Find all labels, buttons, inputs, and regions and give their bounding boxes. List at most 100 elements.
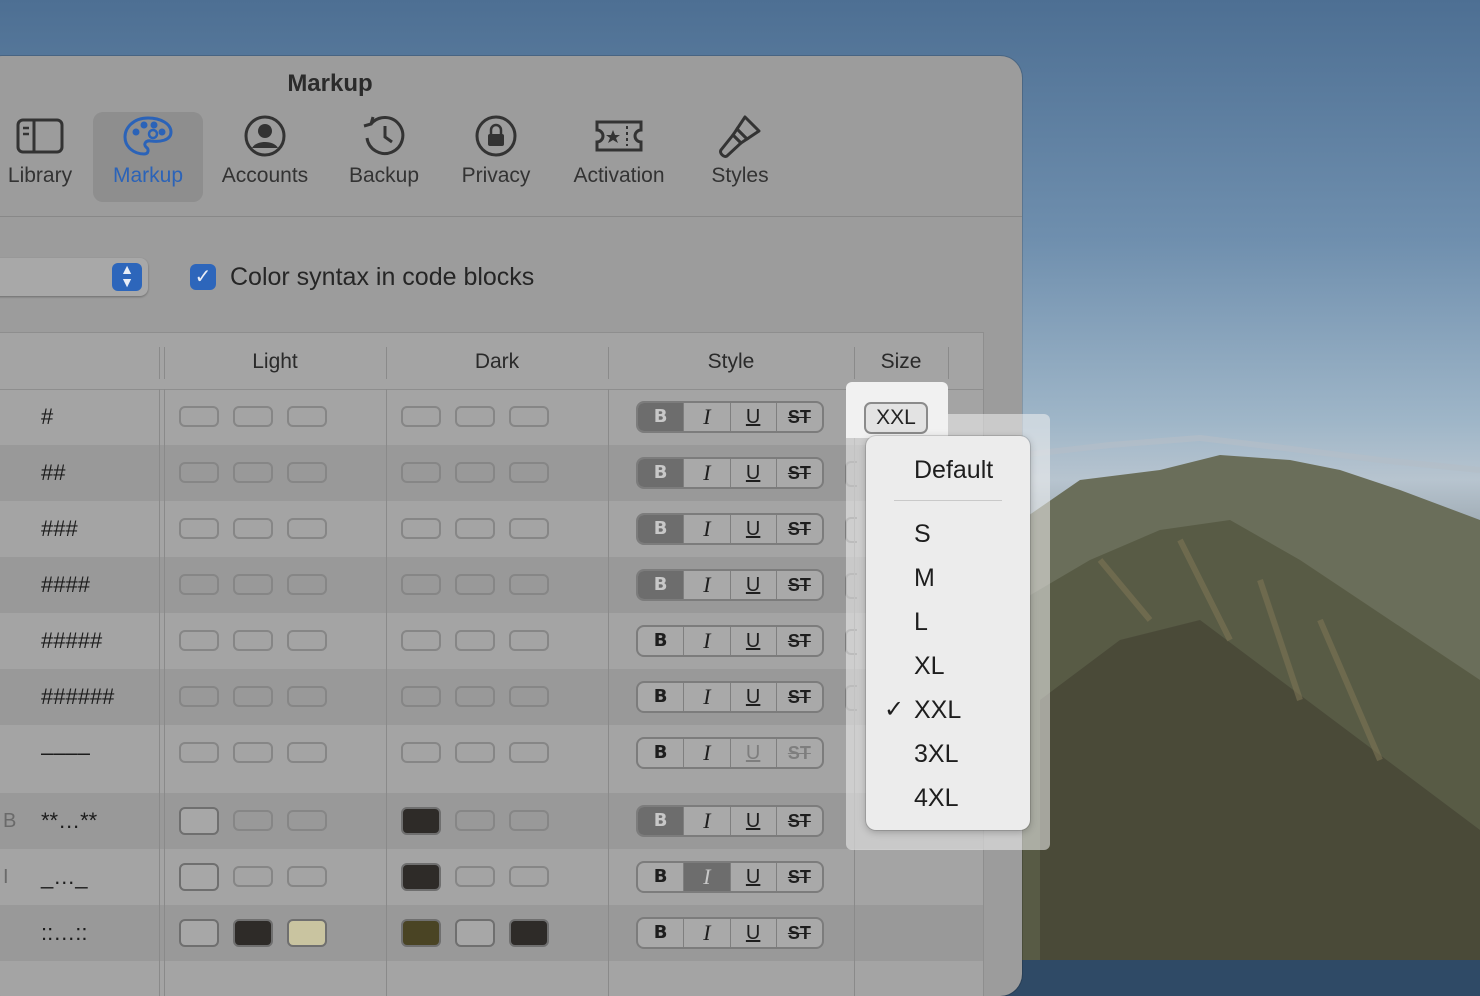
light-color-well[interactable] bbox=[179, 630, 219, 651]
dark-color-well[interactable] bbox=[455, 518, 495, 539]
color-syntax-option[interactable]: ✓ Color syntax in code blocks bbox=[190, 258, 534, 296]
bold-toggle[interactable]: B bbox=[638, 739, 685, 767]
light-color-well[interactable] bbox=[233, 686, 273, 707]
light-color-well[interactable] bbox=[287, 742, 327, 763]
table-row[interactable]: ## B I U ST bbox=[0, 445, 983, 501]
table-row[interactable]: ::…:: B I U ST bbox=[0, 905, 983, 961]
table-row[interactable]: I _…_ B I U ST bbox=[0, 849, 983, 905]
underline-toggle[interactable]: U bbox=[731, 403, 777, 431]
italic-toggle[interactable]: I bbox=[684, 403, 731, 431]
bold-toggle[interactable]: B bbox=[638, 683, 685, 711]
strikethrough-toggle[interactable]: ST bbox=[777, 403, 822, 431]
light-color-well[interactable] bbox=[233, 574, 273, 595]
bold-toggle[interactable]: B bbox=[638, 571, 685, 599]
underline-toggle[interactable]: U bbox=[731, 571, 777, 599]
light-color-well[interactable] bbox=[287, 518, 327, 539]
dark-color-well[interactable] bbox=[455, 686, 495, 707]
underline-toggle[interactable]: U bbox=[731, 459, 777, 487]
light-color-well[interactable] bbox=[233, 630, 273, 651]
dark-color-well[interactable] bbox=[509, 462, 549, 483]
table-row[interactable]: ###### B I U ST bbox=[0, 669, 983, 725]
tab-accounts[interactable]: Accounts bbox=[210, 112, 320, 202]
menu-item-size-m[interactable]: M bbox=[914, 556, 935, 600]
light-color-well[interactable] bbox=[287, 919, 327, 947]
dark-color-well[interactable] bbox=[401, 807, 441, 835]
menu-item-size-xl[interactable]: XL bbox=[914, 644, 945, 688]
light-color-well[interactable] bbox=[179, 406, 219, 427]
strikethrough-toggle[interactable]: ST bbox=[777, 459, 822, 487]
underline-toggle[interactable]: U bbox=[731, 807, 777, 835]
bold-toggle[interactable]: B bbox=[638, 863, 685, 891]
bold-toggle[interactable]: B bbox=[638, 627, 685, 655]
strikethrough-toggle[interactable]: ST bbox=[777, 863, 822, 891]
size-popup-button[interactable]: XXL bbox=[864, 402, 928, 434]
menu-item-size-xxl[interactable]: XXL bbox=[914, 688, 961, 732]
menu-item-size-s[interactable]: S bbox=[914, 512, 931, 556]
light-color-well[interactable] bbox=[233, 462, 273, 483]
light-color-well[interactable] bbox=[287, 462, 327, 483]
dark-color-well[interactable] bbox=[455, 406, 495, 427]
color-syntax-checkbox[interactable]: ✓ bbox=[190, 264, 216, 290]
underline-toggle[interactable]: U bbox=[731, 515, 777, 543]
light-color-well[interactable] bbox=[179, 863, 219, 891]
light-color-well[interactable] bbox=[233, 866, 273, 887]
table-row[interactable]: B **…** B I U ST bbox=[0, 793, 983, 849]
dark-color-well[interactable] bbox=[509, 406, 549, 427]
italic-toggle[interactable]: I bbox=[684, 863, 731, 891]
italic-toggle[interactable]: I bbox=[684, 683, 731, 711]
tab-backup[interactable]: Backup bbox=[335, 112, 433, 202]
italic-toggle[interactable]: I bbox=[684, 807, 731, 835]
dark-color-well[interactable] bbox=[455, 630, 495, 651]
dark-color-well[interactable] bbox=[455, 919, 495, 947]
table-row[interactable]: ##### B I U ST bbox=[0, 613, 983, 669]
light-color-well[interactable] bbox=[179, 807, 219, 835]
dark-color-well[interactable] bbox=[401, 742, 441, 763]
tab-activation[interactable]: Activation bbox=[560, 112, 678, 202]
dark-color-well[interactable] bbox=[401, 574, 441, 595]
underline-toggle[interactable]: U bbox=[731, 919, 777, 947]
dark-color-well[interactable] bbox=[455, 574, 495, 595]
light-color-well[interactable] bbox=[233, 742, 273, 763]
underline-toggle[interactable]: U bbox=[731, 683, 777, 711]
column-header-size[interactable]: Size bbox=[854, 333, 948, 389]
table-row[interactable]: –––– B I U ST bbox=[0, 725, 983, 781]
light-color-well[interactable] bbox=[287, 810, 327, 831]
menu-item-size-3xl[interactable]: 3XL bbox=[914, 732, 958, 776]
column-header-style[interactable]: Style bbox=[608, 333, 854, 389]
tab-styles[interactable]: Styles bbox=[694, 112, 786, 202]
italic-toggle[interactable]: I bbox=[684, 919, 731, 947]
light-color-well[interactable] bbox=[179, 574, 219, 595]
light-color-well[interactable] bbox=[179, 462, 219, 483]
tab-markup[interactable]: Markup bbox=[93, 112, 203, 202]
strikethrough-toggle[interactable]: ST bbox=[777, 515, 822, 543]
strikethrough-toggle[interactable]: ST bbox=[777, 683, 822, 711]
bold-toggle[interactable]: B bbox=[638, 807, 685, 835]
light-color-well[interactable] bbox=[233, 810, 273, 831]
italic-toggle[interactable]: I bbox=[684, 459, 731, 487]
dark-color-well[interactable] bbox=[509, 810, 549, 831]
strikethrough-toggle[interactable]: ST bbox=[777, 919, 822, 947]
menu-item-default[interactable]: Default bbox=[914, 448, 993, 492]
dark-color-well[interactable] bbox=[509, 574, 549, 595]
bold-toggle[interactable]: B bbox=[638, 919, 685, 947]
dark-color-well[interactable] bbox=[509, 866, 549, 887]
table-row[interactable]: #### B I U ST bbox=[0, 557, 983, 613]
strikethrough-toggle[interactable]: ST bbox=[777, 807, 822, 835]
light-color-well[interactable] bbox=[179, 686, 219, 707]
dark-color-well[interactable] bbox=[401, 863, 441, 891]
column-header-light[interactable]: Light bbox=[164, 333, 386, 389]
italic-toggle[interactable]: I bbox=[684, 627, 731, 655]
strikethrough-toggle[interactable]: ST bbox=[777, 739, 822, 767]
light-color-well[interactable] bbox=[287, 406, 327, 427]
dark-color-well[interactable] bbox=[509, 518, 549, 539]
strikethrough-toggle[interactable]: ST bbox=[777, 571, 822, 599]
bold-toggle[interactable]: B bbox=[638, 403, 685, 431]
tab-privacy[interactable]: Privacy bbox=[448, 112, 544, 202]
dark-color-well[interactable] bbox=[509, 630, 549, 651]
table-row[interactable]: ### B I U ST bbox=[0, 501, 983, 557]
dark-color-well[interactable] bbox=[509, 686, 549, 707]
dark-color-well[interactable] bbox=[509, 742, 549, 763]
menu-item-size-4xl[interactable]: 4XL bbox=[914, 776, 958, 820]
dark-color-well[interactable] bbox=[455, 742, 495, 763]
dark-color-well[interactable] bbox=[401, 919, 441, 947]
